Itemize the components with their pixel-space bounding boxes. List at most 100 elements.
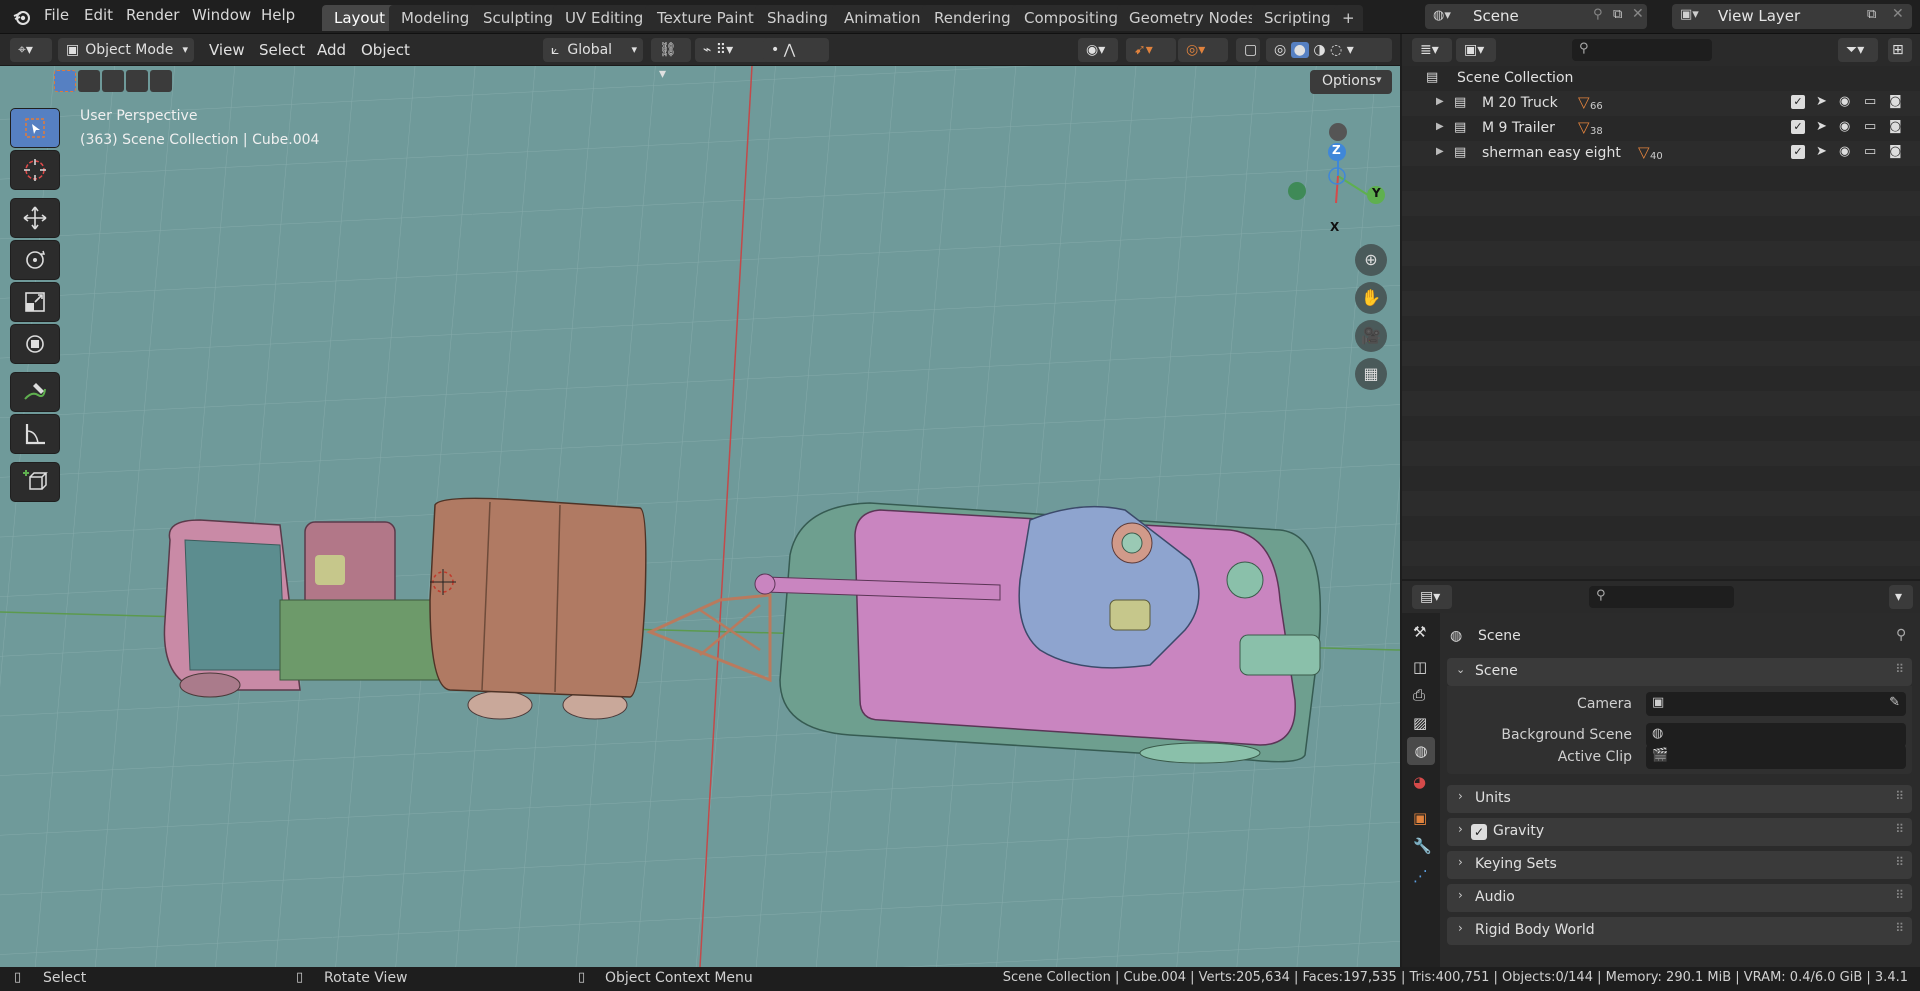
tab-layout[interactable]: Layout xyxy=(322,5,397,31)
outliner-row-m20-truck[interactable]: ▶ ▤ M 20 Truck ▽ 66 ✓ ➤ ◉ ▭ ◙ xyxy=(1402,91,1920,116)
duplicate-layer-icon[interactable]: ⧉ xyxy=(1867,7,1876,22)
monitor-icon[interactable]: ▭ xyxy=(1864,94,1876,109)
pivot-dropdown[interactable]: ⛓▾ xyxy=(651,38,691,82)
orientation-dropdown[interactable]: ⟀ Global ▾ xyxy=(543,38,643,62)
drag-handle-icon[interactable]: ⠿ xyxy=(1895,822,1904,836)
visibility-dropdown[interactable]: ◉▾ xyxy=(1078,38,1118,62)
menu-select[interactable]: Select xyxy=(259,38,305,62)
camera-icon[interactable]: ◙ xyxy=(1889,94,1902,109)
menu-render[interactable]: Render xyxy=(126,6,179,24)
menu-file[interactable]: File xyxy=(44,6,69,24)
particles-tab-icon[interactable]: ⋰ xyxy=(1413,867,1428,885)
gravity-checkbox[interactable]: ✓ xyxy=(1471,824,1487,840)
tab-modeling[interactable]: Modeling xyxy=(389,5,482,31)
select-box-tool[interactable] xyxy=(10,108,60,148)
eye-icon[interactable]: ◉ xyxy=(1839,144,1850,159)
drag-handle-icon[interactable]: ⠿ xyxy=(1895,789,1904,803)
tab-animation[interactable]: Animation xyxy=(832,5,933,31)
outliner-editor-type[interactable]: ≣▾ xyxy=(1412,38,1452,62)
object-tab-icon[interactable]: ▣ xyxy=(1413,809,1427,827)
gizmo-toggle[interactable]: ➹▾ xyxy=(1126,38,1176,62)
scene-tab-icon[interactable]: ◍ xyxy=(1407,737,1435,765)
chevron-down-icon[interactable]: ▾ xyxy=(1347,42,1354,58)
xray-toggle[interactable]: ▢ xyxy=(1236,38,1260,62)
camera-field[interactable]: ▣ ✎ xyxy=(1646,692,1906,716)
tab-geometry-nodes[interactable]: Geometry Nodes xyxy=(1117,5,1268,31)
properties-search-input[interactable]: ⚲ xyxy=(1589,586,1734,608)
shading-mode-group[interactable]: ◎ ● ◑ ◌ ▾ xyxy=(1266,38,1392,62)
annotate-tool[interactable] xyxy=(10,372,60,412)
select-intersect-icon[interactable] xyxy=(150,70,172,92)
tab-sculpting[interactable]: Sculpting xyxy=(471,5,566,31)
eye-icon[interactable]: ◉ xyxy=(1839,94,1850,109)
scale-tool[interactable] xyxy=(10,282,60,322)
tab-uv-editing[interactable]: UV Editing xyxy=(553,5,656,31)
world-tab-icon[interactable]: ◕ xyxy=(1413,773,1426,791)
solid-shading-icon[interactable]: ● xyxy=(1290,42,1309,58)
properties-options-dropdown[interactable]: ▾ xyxy=(1889,585,1913,609)
select-invert-icon[interactable] xyxy=(126,70,148,92)
panel-gravity[interactable]: › ✓ Gravity ⠿ xyxy=(1447,818,1912,846)
close-icon[interactable]: ✕ xyxy=(1632,6,1644,22)
outliner-row-scene-collection[interactable]: ▤ Scene Collection xyxy=(1402,66,1920,91)
exclude-checkbox[interactable]: ✓ xyxy=(1791,145,1805,159)
drag-handle-icon[interactable]: ⠿ xyxy=(1895,888,1904,902)
tool-tab-icon[interactable]: ⚒ xyxy=(1413,623,1426,641)
expand-arrow-icon[interactable]: ▶ xyxy=(1436,96,1444,107)
remove-layer-icon[interactable]: ✕ xyxy=(1892,6,1904,22)
background-scene-field[interactable]: ◍ xyxy=(1646,723,1906,747)
tab-scripting[interactable]: Scripting xyxy=(1252,5,1343,31)
select-extend-icon[interactable] xyxy=(78,70,100,92)
tab-shading[interactable]: Shading xyxy=(755,5,840,31)
rotate-tool[interactable] xyxy=(10,240,60,280)
new-collection-button[interactable]: ⊞ xyxy=(1888,38,1912,62)
eyedropper-icon[interactable]: ✎ xyxy=(1889,695,1900,710)
tab-rendering[interactable]: Rendering xyxy=(922,5,1023,31)
selectable-icon[interactable]: ➤ xyxy=(1816,144,1827,159)
mode-dropdown[interactable]: ▣ Object Mode ▾ xyxy=(58,38,194,62)
move-tool[interactable] xyxy=(10,198,60,238)
drag-handle-icon[interactable]: ⠿ xyxy=(1895,662,1904,676)
tab-texture-paint[interactable]: Texture Paint xyxy=(645,5,766,31)
panel-audio[interactable]: › Audio ⠿ xyxy=(1447,884,1912,912)
perspective-toggle-icon[interactable]: ▦ xyxy=(1355,358,1387,390)
expand-arrow-icon[interactable]: ▶ xyxy=(1436,146,1444,157)
render-tab-icon[interactable]: ◫ xyxy=(1413,658,1427,676)
drag-handle-icon[interactable]: ⠿ xyxy=(1895,921,1904,935)
measure-tool[interactable] xyxy=(10,414,60,454)
eye-icon[interactable]: ◉ xyxy=(1839,119,1850,134)
panel-rigid-body-world[interactable]: › Rigid Body World ⠿ xyxy=(1447,917,1912,945)
view-layer-tab-icon[interactable]: ▨ xyxy=(1413,714,1427,732)
modifier-tab-icon[interactable]: 🔧 xyxy=(1413,837,1432,855)
drag-handle-icon[interactable]: ⠿ xyxy=(1895,855,1904,869)
duplicate-icon[interactable]: ⧉ xyxy=(1613,7,1622,22)
blender-logo-icon[interactable] xyxy=(12,7,32,27)
selectable-icon[interactable]: ➤ xyxy=(1816,94,1827,109)
outliner-search-input[interactable]: ⚲ xyxy=(1572,39,1712,61)
monitor-icon[interactable]: ▭ xyxy=(1864,119,1876,134)
cursor-tool[interactable] xyxy=(10,150,60,190)
proportional-edit-toggle[interactable]: • ⋀ xyxy=(763,38,829,62)
outliner-row-m9-trailer[interactable]: ▶ ▤ M 9 Trailer ▽ 38 ✓ ➤ ◉ ▭ ◙ xyxy=(1402,116,1920,141)
zoom-icon[interactable]: ⊕ xyxy=(1355,244,1387,276)
exclude-checkbox[interactable]: ✓ xyxy=(1791,120,1805,134)
menu-add[interactable]: Add xyxy=(317,38,346,62)
menu-edit[interactable]: Edit xyxy=(84,6,113,24)
transform-tool[interactable] xyxy=(10,324,60,364)
display-mode-dropdown[interactable]: ▣▾ xyxy=(1456,38,1496,62)
menu-object[interactable]: Object xyxy=(361,38,410,62)
pin-icon[interactable]: ⚲ xyxy=(1896,627,1906,643)
material-shading-icon[interactable]: ◑ xyxy=(1313,42,1325,58)
properties-editor-type[interactable]: ▤▾ xyxy=(1412,585,1452,609)
pin-icon[interactable]: ⚲ xyxy=(1593,7,1603,22)
rendered-shading-icon[interactable]: ◌ xyxy=(1330,42,1342,58)
panel-units[interactable]: › Units ⠿ xyxy=(1447,785,1912,813)
select-subtract-icon[interactable] xyxy=(102,70,124,92)
active-clip-field[interactable]: 🎬 xyxy=(1646,745,1906,769)
editor-type-button[interactable]: ⌖▾ xyxy=(10,38,52,62)
output-tab-icon[interactable]: ⎙ xyxy=(1413,686,1425,704)
expand-arrow-icon[interactable]: ▶ xyxy=(1436,121,1444,132)
outliner-row-sherman[interactable]: ▶ ▤ sherman easy eight ▽ 40 ✓ ➤ ◉ ▭ ◙ xyxy=(1402,141,1920,166)
view-layer-selector[interactable]: ▣▾ View Layer ⧉ ✕ xyxy=(1672,4,1912,29)
navigation-gizmo[interactable] xyxy=(1280,104,1400,214)
